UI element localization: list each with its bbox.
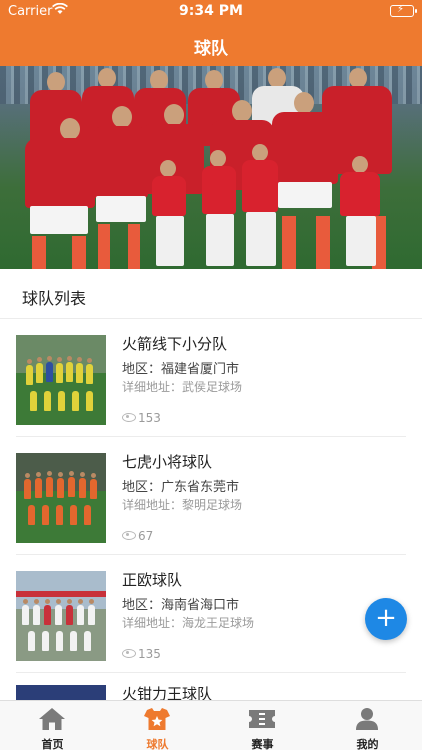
team-list-item[interactable]: 火钳力王球队 xyxy=(0,673,422,700)
team-name: 火箭线下小分队 xyxy=(122,335,228,353)
view-count-value: 153 xyxy=(138,411,161,425)
view-count: 135 xyxy=(122,647,161,661)
player-head xyxy=(268,68,286,88)
player-head xyxy=(112,106,132,128)
team-name: 火钳力王球队 xyxy=(122,685,213,700)
player-head xyxy=(232,100,252,122)
player-shorts xyxy=(96,196,146,222)
tab-label: 我的 xyxy=(356,738,379,750)
team-address: 详细地址：黎明足球场 xyxy=(122,498,243,512)
team-list-heading: 球队列表 xyxy=(22,289,87,308)
team-photo xyxy=(16,335,106,425)
player-head xyxy=(98,68,116,88)
team-list-item[interactable]: 七虎小将球队 地区：广东省东莞市 详细地址：黎明足球场 67 xyxy=(0,437,422,555)
player-socks xyxy=(72,236,86,269)
kid xyxy=(340,172,380,216)
home-icon xyxy=(39,708,65,730)
top-bar: Carrier 9:34 PM ⚡ 球队 xyxy=(0,0,422,66)
kid xyxy=(242,160,278,212)
tab-bar: 首页 球队 赛事 我的 xyxy=(0,700,422,750)
team-region: 地区：福建省厦门市 xyxy=(122,362,240,377)
view-count-value: 67 xyxy=(138,529,154,543)
page-title: 球队 xyxy=(194,39,228,59)
tab-label: 赛事 xyxy=(251,738,274,750)
add-team-button[interactable]: + xyxy=(365,598,407,640)
player-head xyxy=(349,68,367,88)
tab-profile[interactable]: 我的 xyxy=(315,701,420,750)
eye-icon xyxy=(122,649,136,658)
team-name: 正欧球队 xyxy=(122,571,183,589)
team-address: 详细地址：海龙王足球场 xyxy=(122,616,255,630)
player xyxy=(272,112,338,184)
player-shorts xyxy=(30,206,88,234)
team-list-item[interactable]: 正欧球队 地区：海南省海口市 详细地址：海龙王足球场 135 xyxy=(0,555,422,673)
kid-shorts xyxy=(206,214,234,266)
tab-events[interactable]: 赛事 xyxy=(210,701,315,750)
user-icon xyxy=(356,708,378,730)
player-head xyxy=(294,92,314,114)
kid-shorts xyxy=(246,212,276,266)
player-socks xyxy=(316,216,330,269)
eye-icon xyxy=(122,531,136,540)
view-count: 67 xyxy=(122,529,153,543)
plus-icon: + xyxy=(375,603,397,633)
kid-head xyxy=(352,156,368,173)
kid-head xyxy=(252,144,268,161)
kid-shorts xyxy=(346,216,376,266)
player-head xyxy=(150,70,168,90)
team-list-item[interactable]: 火箭线下小分队 地区：福建省厦门市 详细地址：武侯足球场 153 xyxy=(0,319,422,437)
tab-label: 首页 xyxy=(41,738,64,750)
team-region: 地区：广东省东莞市 xyxy=(122,480,240,495)
player-socks xyxy=(282,216,296,269)
player-head xyxy=(47,72,65,92)
kid-shorts xyxy=(156,216,184,266)
player-head xyxy=(60,118,80,140)
kid-head xyxy=(210,150,226,167)
battery-icon: ⚡ xyxy=(390,4,417,17)
player-socks xyxy=(98,224,110,269)
team-photo xyxy=(16,453,106,543)
player-socks xyxy=(32,236,46,269)
team-photo xyxy=(16,571,106,661)
player-shorts xyxy=(278,182,332,208)
team-name: 七虎小将球队 xyxy=(122,453,213,471)
view-count-value: 135 xyxy=(138,647,161,661)
team-icon xyxy=(144,708,170,730)
player xyxy=(25,138,95,208)
eye-icon xyxy=(122,413,136,422)
player-head xyxy=(205,70,223,90)
kid xyxy=(152,176,186,216)
team-photo xyxy=(16,685,106,700)
player-socks xyxy=(128,224,140,269)
status-time: 9:34 PM xyxy=(179,3,243,19)
ticket-icon xyxy=(249,710,275,728)
team-region: 地区：海南省海口市 xyxy=(122,598,240,613)
kid-head xyxy=(160,160,176,177)
tab-home[interactable]: 首页 xyxy=(0,701,105,750)
kid xyxy=(202,166,236,214)
hero-team-photo xyxy=(0,66,422,269)
tab-team[interactable]: 球队 xyxy=(105,701,210,750)
team-address: 详细地址：武侯足球场 xyxy=(122,380,243,394)
view-count: 153 xyxy=(122,411,161,425)
status-bar: Carrier 9:34 PM ⚡ xyxy=(0,0,422,22)
player-head xyxy=(164,104,184,126)
tab-label: 球队 xyxy=(146,738,169,750)
